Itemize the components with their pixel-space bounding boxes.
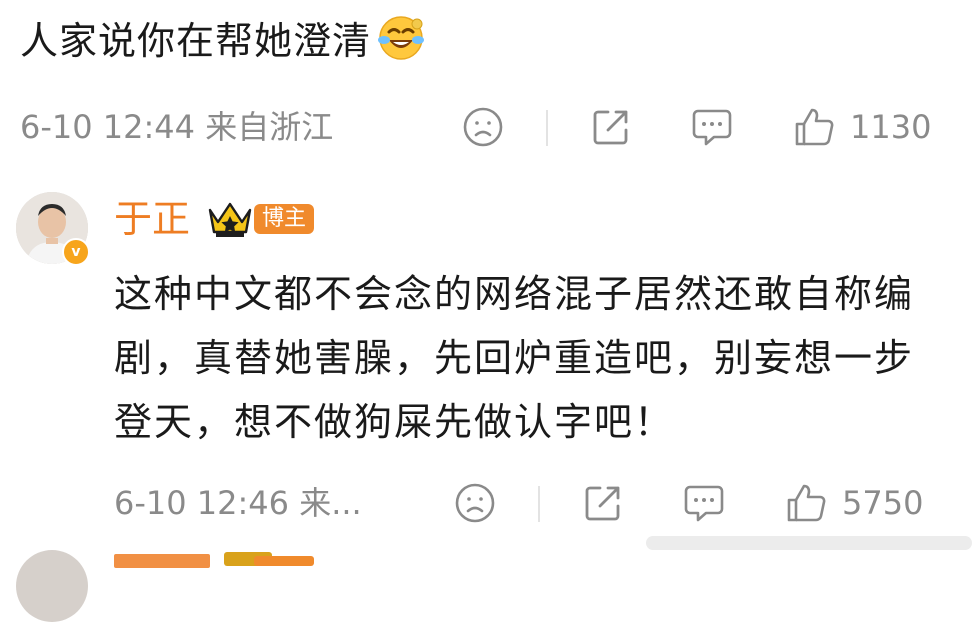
share-button[interactable] bbox=[582, 478, 624, 528]
username[interactable]: 于正 bbox=[114, 194, 190, 244]
next-username[interactable] bbox=[114, 554, 210, 568]
reply-text: 这种中文都不会念的网络混子居然还敢自称编剧，真替她害臊，先回炉重造吧，别妄想一步… bbox=[114, 272, 915, 444]
share-icon bbox=[585, 486, 620, 521]
blogger-badge: 博主 bbox=[254, 204, 315, 234]
comment-icon bbox=[692, 109, 732, 146]
reply-time-location: 6-10 12:46 来... bbox=[114, 484, 362, 522]
like-button[interactable]: 1130 bbox=[792, 102, 931, 152]
thumbs-up-icon bbox=[795, 108, 834, 146]
comment-text-content: 人家说你在帮她澄清 bbox=[20, 19, 372, 63]
comment-time-location: 6-10 12:44 来自浙江 bbox=[20, 108, 334, 146]
comment-text: 人家说你在帮她澄清 bbox=[20, 14, 425, 75]
avatar[interactable]: v bbox=[16, 192, 90, 266]
dislike-button[interactable] bbox=[462, 102, 504, 152]
horizontal-scrollbar[interactable] bbox=[646, 536, 972, 550]
frown-face-icon bbox=[463, 107, 503, 147]
comment-button[interactable] bbox=[690, 102, 734, 152]
thumbs-up-icon bbox=[787, 484, 826, 522]
like-count: 1130 bbox=[850, 108, 932, 146]
verified-icon: v bbox=[62, 238, 90, 266]
like-button[interactable]: 5750 bbox=[784, 478, 923, 528]
divider bbox=[546, 110, 548, 146]
next-blogger-badge bbox=[254, 556, 314, 566]
reply-meta-row: 6-10 12:46 来... 5750 bbox=[0, 478, 976, 528]
comment-icon bbox=[684, 485, 724, 522]
comment-button[interactable] bbox=[682, 478, 726, 528]
frown-face-icon bbox=[455, 483, 495, 523]
next-avatar[interactable] bbox=[16, 550, 88, 622]
dislike-button[interactable] bbox=[454, 478, 496, 528]
divider bbox=[538, 486, 540, 522]
laughing-crying-emoji-icon bbox=[377, 14, 425, 75]
crown-icon bbox=[206, 196, 254, 244]
comment-meta-row: 6-10 12:44 来自浙江 1130 bbox=[0, 102, 976, 152]
like-count: 5750 bbox=[842, 484, 924, 522]
share-icon bbox=[593, 110, 628, 145]
share-button[interactable] bbox=[590, 102, 632, 152]
